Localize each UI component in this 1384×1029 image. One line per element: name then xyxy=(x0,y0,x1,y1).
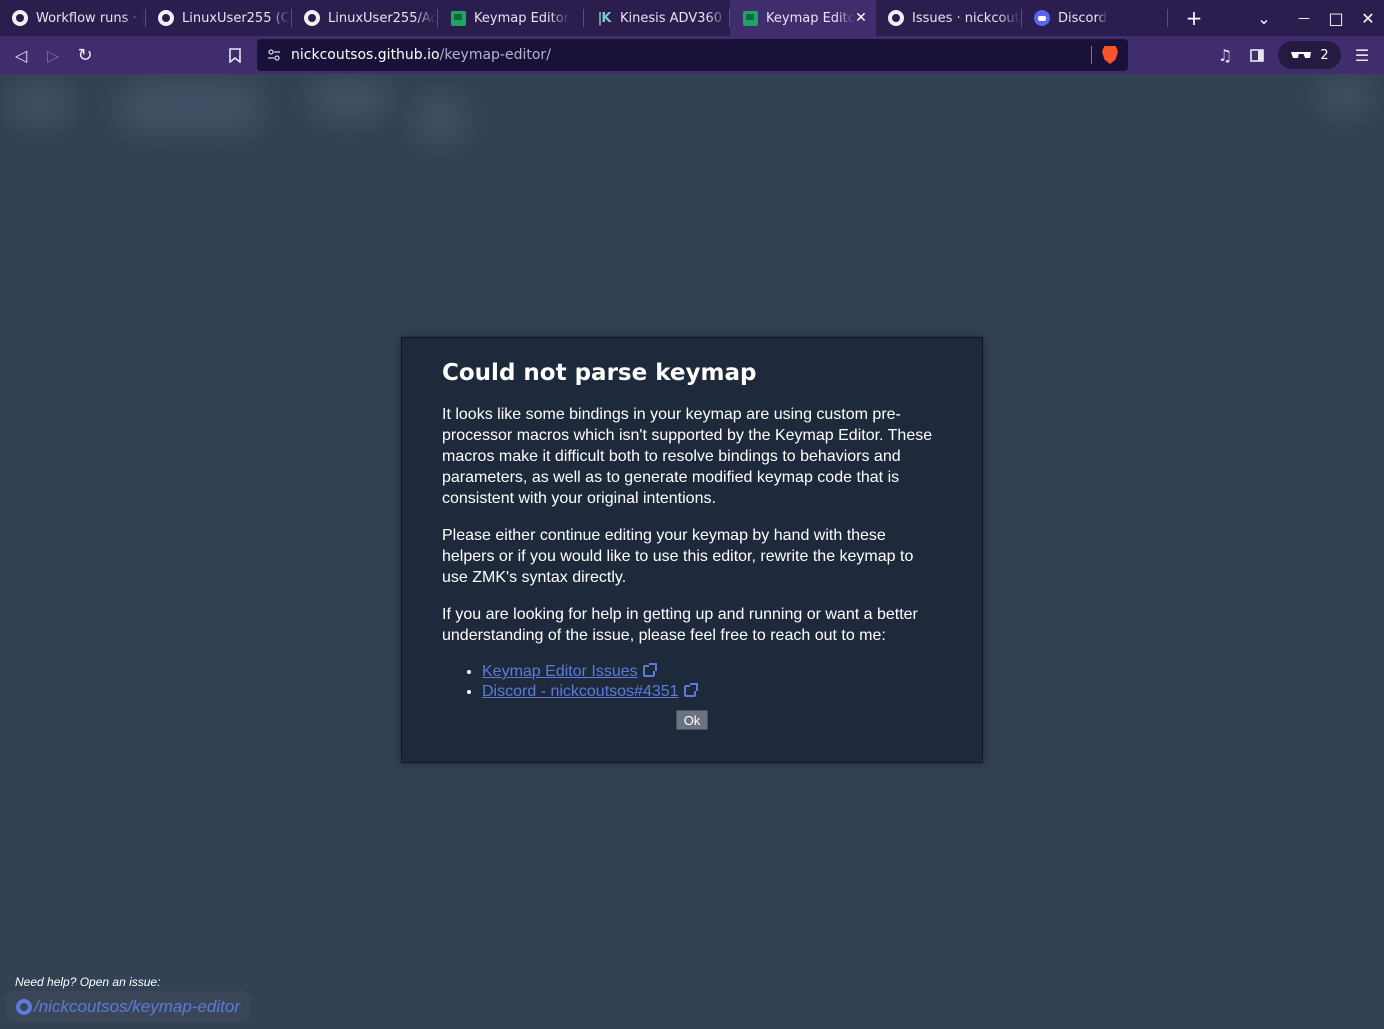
url-domain: nickcoutsos.github.io xyxy=(291,47,440,63)
bookmark-button[interactable] xyxy=(220,40,250,70)
browser-tab[interactable]: Workflow runs · Li xyxy=(0,0,146,36)
github-icon xyxy=(888,10,904,26)
dialog-title: Could not parse keymap xyxy=(442,360,757,386)
sidebar-button[interactable] xyxy=(1242,40,1272,70)
close-tab-icon[interactable]: ✕ xyxy=(852,9,870,27)
github-icon xyxy=(304,10,320,26)
github-icon xyxy=(158,10,174,26)
browser-tab[interactable]: LinuxUser255/Adv xyxy=(292,0,438,36)
browser-toolbar: ◁ ▷ ↻ nickcoutsos.github.io/keymap-edito… xyxy=(0,36,1384,74)
tab-title: Discord xyxy=(1058,10,1107,26)
discord-link[interactable]: Discord - nickcoutsos#4351 xyxy=(482,683,679,700)
help-footer: Need help? Open an issue: /nickcoutsos/k… xyxy=(6,975,250,1022)
address-bar[interactable]: nickcoutsos.github.io/keymap-editor/ xyxy=(257,39,1128,71)
blurred-header-shape xyxy=(310,79,390,119)
browser-tab-active[interactable]: Keymap Edito ✕ xyxy=(730,0,876,36)
dialog-actions: Ok xyxy=(442,710,942,730)
keymap-editor-icon xyxy=(450,10,466,26)
tab-title: Workflow runs · Li xyxy=(36,10,144,26)
external-link-icon xyxy=(642,663,657,677)
browser-tab[interactable]: LinuxUser255 (Ch xyxy=(146,0,292,36)
tab-title: Keymap Editor xyxy=(474,10,570,26)
dialog-paragraph: If you are looking for help in getting u… xyxy=(442,606,918,644)
repo-link-container: /nickcoutsos/keymap-editor xyxy=(6,991,250,1022)
tab-strip: Workflow runs · Li LinuxUser255 (Ch Linu… xyxy=(0,0,1384,36)
github-icon xyxy=(12,10,28,26)
blurred-header-shape xyxy=(120,82,260,132)
help-label: Need help? Open an issue: xyxy=(15,975,161,989)
kinesis-icon: |K xyxy=(597,10,612,26)
media-button[interactable]: ♫ xyxy=(1210,40,1240,70)
maximize-button[interactable]: □ xyxy=(1320,0,1352,36)
keymap-editor-icon xyxy=(742,10,758,26)
blurred-header-shape xyxy=(1320,79,1370,114)
close-window-button[interactable]: ✕ xyxy=(1352,0,1384,36)
tab-title: Keymap Edito xyxy=(766,10,854,26)
browser-tab[interactable]: Discord xyxy=(1022,0,1168,36)
url-divider xyxy=(1091,46,1092,64)
bookmark-icon xyxy=(229,47,241,63)
tab-title: Kinesis ADV360 Pr xyxy=(620,10,728,26)
external-link-icon xyxy=(683,683,698,697)
new-tab-button[interactable]: + xyxy=(1178,0,1210,36)
blurred-header-shape xyxy=(10,84,70,124)
repo-link-label: /nickcoutsos/keymap-editor xyxy=(34,996,240,1016)
blurred-header-shape xyxy=(415,94,465,144)
discord-icon xyxy=(1034,10,1050,26)
ok-button[interactable]: Ok xyxy=(675,710,709,730)
dialog-paragraph: Please either continue editing your keym… xyxy=(442,527,914,586)
repo-link[interactable]: /nickcoutsos/keymap-editor xyxy=(16,997,240,1017)
forward-button[interactable]: ▷ xyxy=(38,40,68,70)
back-button[interactable]: ◁ xyxy=(6,40,36,70)
parse-error-dialog: Could not parse keymap It looks like som… xyxy=(401,337,983,763)
dialog-paragraph: It looks like some bindings in your keym… xyxy=(442,406,933,507)
browser-tab[interactable]: |K Kinesis ADV360 Pr xyxy=(584,0,730,36)
list-item: Keymap Editor Issues xyxy=(482,662,942,682)
private-window-count: 2 xyxy=(1320,47,1329,63)
tab-list-button[interactable]: ⌄ xyxy=(1248,0,1280,36)
tab-title: LinuxUser255 (Ch xyxy=(182,10,290,26)
reload-button[interactable]: ↻ xyxy=(70,40,100,70)
site-info-icon[interactable] xyxy=(257,49,291,61)
list-item: Discord - nickcoutsos#4351 xyxy=(482,682,942,702)
help-links-list: Keymap Editor Issues Discord - nickcouts… xyxy=(482,662,942,702)
url-path: /keymap-editor/ xyxy=(439,47,551,63)
glasses-icon xyxy=(1291,51,1312,58)
github-icon xyxy=(16,998,32,1015)
brave-shields-icon[interactable] xyxy=(1102,46,1118,64)
tab-title: Issues · nickcouts xyxy=(912,10,1020,26)
menu-button[interactable]: ☰ xyxy=(1347,40,1377,70)
keymap-editor-issues-link[interactable]: Keymap Editor Issues xyxy=(482,663,638,680)
minimize-button[interactable]: — xyxy=(1288,0,1320,36)
private-window-badge[interactable]: 2 xyxy=(1278,41,1341,69)
browser-tab[interactable]: Issues · nickcouts xyxy=(876,0,1022,36)
page-viewport: Could not parse keymap It looks like som… xyxy=(0,74,1384,1029)
sidebar-icon xyxy=(1250,48,1264,62)
tab-title: LinuxUser255/Adv xyxy=(328,10,436,26)
browser-tab[interactable]: Keymap Editor xyxy=(438,0,584,36)
